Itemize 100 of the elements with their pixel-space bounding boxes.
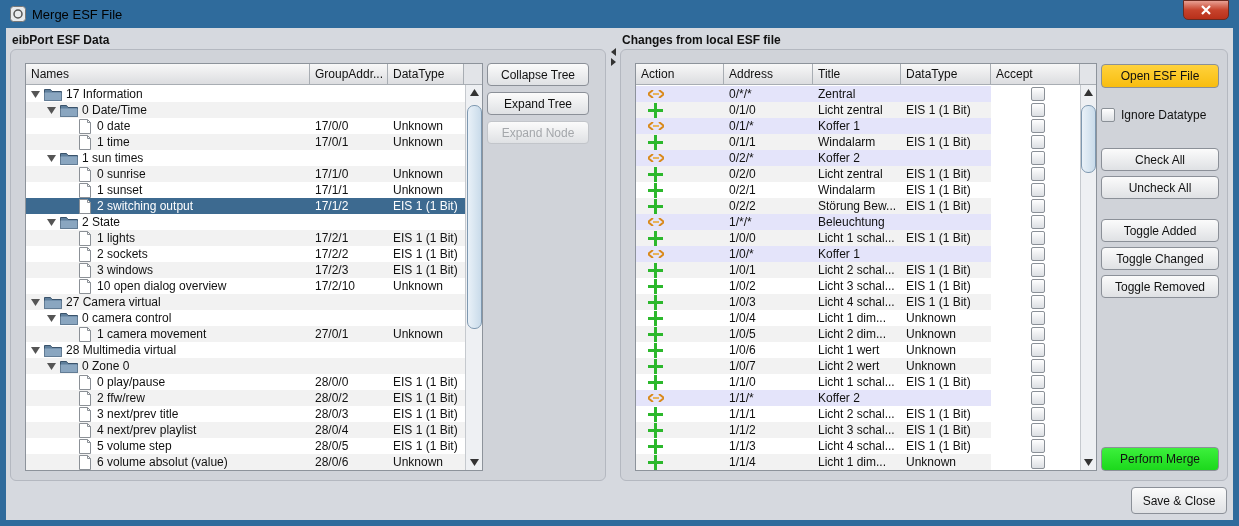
folder-icon: [60, 359, 78, 373]
column-header[interactable]: Address: [724, 64, 813, 85]
accept-checkbox[interactable]: [1030, 279, 1045, 293]
tree-row[interactable]: 4 next/prev playlist 28/0/4 EIS 1 (1 Bit): [26, 422, 465, 438]
tree-row[interactable]: 1 camera movement 27/0/1 Unknown: [26, 326, 465, 342]
plus-icon: [648, 262, 663, 278]
title-text: Licht 2 wert: [817, 359, 880, 373]
accept-checkbox[interactable]: [1030, 343, 1045, 357]
collapse-left-icon[interactable]: [610, 48, 616, 56]
accept-checkbox[interactable]: [1030, 151, 1045, 165]
accept-checkbox[interactable]: [1030, 247, 1045, 261]
tree-button[interactable]: Expand Tree: [487, 92, 589, 115]
scroll-up-icon[interactable]: [1084, 89, 1093, 97]
address: 1/0/3: [728, 295, 756, 309]
column-header[interactable]: Accept: [991, 64, 1080, 85]
address: 1/0/0: [728, 231, 756, 245]
toggle-button[interactable]: Check All: [1101, 148, 1219, 171]
tree-row[interactable]: 3 windows 17/2/3 EIS 1 (1 Bit): [26, 262, 465, 278]
toggle-button[interactable]: Toggle Removed: [1101, 275, 1219, 298]
expanded-arrow-icon[interactable]: [47, 153, 56, 163]
column-header[interactable]: GroupAddr...: [310, 64, 388, 85]
open-file-button[interactable]: Open ESF File: [1101, 64, 1219, 88]
accept-checkbox[interactable]: [1030, 439, 1045, 453]
scroll-thumb[interactable]: [1081, 105, 1096, 173]
column-header[interactable]: Action: [636, 64, 724, 85]
ignore-datatype-checkbox[interactable]: [1101, 108, 1115, 122]
collapse-right-icon[interactable]: [610, 58, 616, 66]
toggle-button[interactable]: Toggle Changed: [1101, 247, 1219, 270]
accept-checkbox[interactable]: [1030, 103, 1045, 117]
tree-button[interactable]: Collapse Tree: [487, 63, 589, 86]
group-address: 17/1/2: [314, 199, 350, 213]
scroll-down-icon[interactable]: [1084, 458, 1093, 466]
accept-checkbox[interactable]: [1030, 231, 1045, 245]
scroll-down-icon[interactable]: [469, 458, 479, 466]
title-text: Licht zentral: [817, 167, 883, 181]
plus-icon: [648, 310, 663, 326]
accept-checkbox[interactable]: [1030, 391, 1045, 405]
tree-row[interactable]: 2 ffw/rew 28/0/2 EIS 1 (1 Bit): [26, 390, 465, 406]
accept-checkbox[interactable]: [1030, 295, 1045, 309]
chevrons-icon: [648, 122, 664, 130]
toggle-button[interactable]: Toggle Added: [1101, 219, 1219, 242]
accept-checkbox[interactable]: [1030, 167, 1045, 181]
accept-checkbox[interactable]: [1030, 375, 1045, 389]
merge-button[interactable]: Perform Merge: [1101, 447, 1219, 471]
expanded-arrow-icon[interactable]: [47, 361, 56, 371]
accept-checkbox[interactable]: [1030, 359, 1045, 373]
node-name: 5 volume step: [97, 439, 172, 453]
accept-checkbox[interactable]: [1030, 199, 1045, 213]
node-name: 2 sockets: [97, 247, 148, 261]
accept-checkbox[interactable]: [1030, 407, 1045, 421]
expanded-arrow-icon[interactable]: [47, 217, 56, 227]
data-type: EIS 1 (1 Bit): [392, 423, 459, 437]
column-header[interactable]: Title: [813, 64, 901, 85]
expanded-arrow-icon[interactable]: [31, 297, 40, 307]
scrollbar[interactable]: [1080, 85, 1096, 470]
expanded-arrow-icon[interactable]: [31, 89, 40, 99]
checkbox-label: Ignore Datatype: [1121, 108, 1207, 122]
group-address: 28/0/0: [314, 375, 350, 389]
data-type: Unknown: [392, 167, 445, 181]
data-type: EIS 1 (1 Bit): [392, 439, 459, 453]
tree-row[interactable]: 0 Zone 0: [26, 358, 465, 374]
tree-row[interactable]: 1 time 17/0/1 Unknown: [26, 134, 465, 150]
column-header[interactable]: DataType: [388, 64, 464, 85]
document-icon: [79, 134, 91, 150]
accept-checkbox[interactable]: [1030, 135, 1045, 149]
accept-checkbox[interactable]: [1030, 263, 1045, 277]
title-text: Licht 1 dim...: [817, 311, 887, 325]
group-address: 17/2/10: [314, 279, 357, 293]
address: 1/1/0: [728, 375, 756, 389]
expanded-arrow-icon[interactable]: [31, 345, 40, 355]
scroll-up-icon[interactable]: [469, 89, 479, 97]
scroll-thumb[interactable]: [466, 105, 482, 329]
tree-row[interactable]: 1 lights 17/2/1 EIS 1 (1 Bit): [26, 230, 465, 246]
expanded-arrow-icon[interactable]: [47, 105, 56, 115]
accept-checkbox[interactable]: [1030, 327, 1045, 341]
group-address: 27/0/1: [314, 327, 350, 341]
scrollbar[interactable]: [465, 85, 482, 470]
accept-checkbox[interactable]: [1030, 183, 1045, 197]
column-header[interactable]: DataType: [901, 64, 991, 85]
tree-row[interactable]: 0 Date/Time: [26, 102, 465, 118]
data-type: Unknown: [905, 343, 957, 357]
column-header[interactable]: Names: [26, 64, 310, 85]
close-button[interactable]: [1183, 0, 1229, 20]
accept-checkbox[interactable]: [1030, 119, 1045, 133]
data-type: Unknown: [392, 183, 445, 197]
tree-row[interactable]: 27 Camera virtual: [26, 294, 465, 310]
accept-checkbox[interactable]: [1030, 423, 1045, 437]
toggle-button[interactable]: Uncheck All: [1101, 176, 1219, 199]
tree-row[interactable]: 2 switching output 17/1/2 EIS 1 (1 Bit): [26, 198, 465, 214]
node-name: 0 play/pause: [97, 375, 166, 389]
title-text: Licht 1 wert: [817, 343, 880, 357]
accept-checkbox[interactable]: [1030, 311, 1045, 325]
tree-row[interactable]: 0 sunrise 17/1/0 Unknown: [26, 166, 465, 182]
folder-icon: [44, 343, 62, 357]
accept-checkbox[interactable]: [1030, 455, 1045, 469]
accept-checkbox[interactable]: [1030, 87, 1045, 101]
tree-row[interactable]: 6 volume absolut (value) 28/0/6 Unknown: [26, 454, 465, 470]
save-close-button[interactable]: Save & Close: [1131, 487, 1227, 514]
accept-checkbox[interactable]: [1030, 215, 1045, 229]
expanded-arrow-icon[interactable]: [47, 313, 56, 323]
